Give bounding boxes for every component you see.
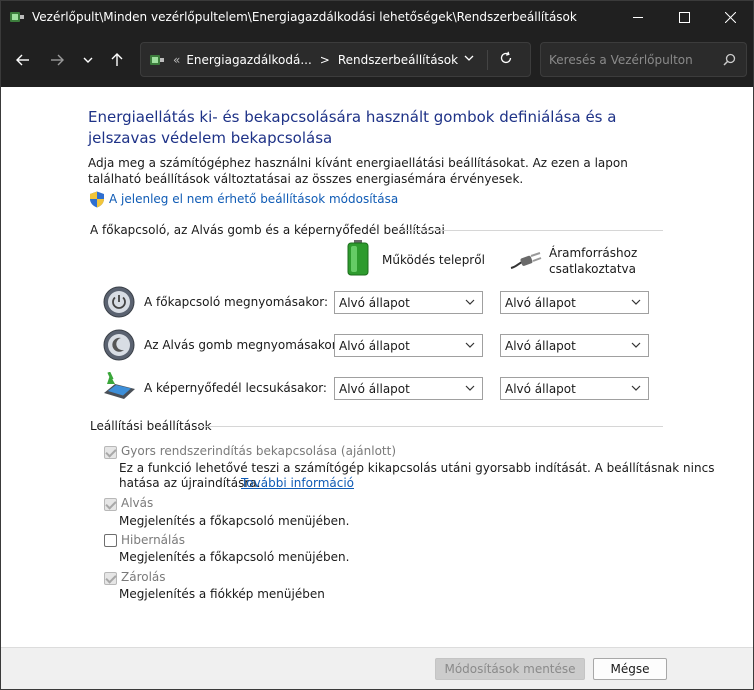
more-info-link[interactable]: További információ	[241, 476, 354, 490]
control-panel-window: Vezérlőpult\Minden vezérlőpultelem\Energ…	[0, 0, 754, 690]
chevron-down-icon	[465, 342, 475, 348]
chevron-down-icon	[465, 299, 475, 305]
footer-bar: Módosítások mentése Mégse	[1, 647, 753, 689]
breadcrumb-overflow-chevron[interactable]: «	[173, 53, 180, 67]
up-arrow-icon	[111, 53, 123, 66]
sleep-button-plugged-select[interactable]: Alvó állapot	[500, 334, 649, 357]
main-content: Energiaellátás ki- és bekapcsolására has…	[1, 87, 753, 647]
hibernate-option-description: Megjelenítés a főkapcsoló menüjében.	[119, 550, 350, 564]
breadcrumb-system-settings[interactable]: Rendszerbeállítások	[338, 53, 458, 67]
sleep-option-label: Alvás	[121, 496, 154, 510]
page-title: Energiaellátás ki- és bekapcsolására has…	[88, 108, 617, 147]
hibernate-checkbox[interactable]	[104, 534, 117, 547]
minimize-icon	[632, 16, 643, 18]
navigation-bar: « Energiagazdálkodá... > Rendszerbeállít…	[1, 33, 753, 87]
lid-close-row-label: A képernyőfedél lecsukásakor:	[144, 381, 327, 395]
select-value: Alvó állapot	[339, 381, 410, 396]
power-options-icon	[150, 54, 164, 65]
plugged-in-column-header-line1: Áramforráshoz	[549, 246, 638, 260]
address-divider	[487, 50, 488, 70]
sleep-option-description: Megjelenítés a főkapcsoló menüjében.	[119, 514, 350, 528]
uac-shield-icon	[90, 191, 104, 208]
search-input[interactable]	[549, 51, 709, 69]
breadcrumb-separator[interactable]: >	[320, 53, 330, 67]
select-value: Alvó állapot	[339, 295, 410, 310]
save-changes-button[interactable]: Módosítások mentése	[435, 658, 585, 680]
lock-checkbox[interactable]	[104, 572, 117, 585]
sleep-button-battery-select[interactable]: Alvó állapot	[334, 334, 483, 357]
close-icon	[724, 11, 736, 23]
forward-button[interactable]	[43, 46, 71, 74]
breadcrumb-power-options[interactable]: Energiagazdálkodá...	[186, 53, 311, 67]
fast-startup-label: Gyors rendszerindítás bekapcsolása (aján…	[121, 444, 397, 458]
forward-arrow-icon	[51, 54, 64, 66]
chevron-down-icon	[631, 299, 641, 305]
refresh-button[interactable]	[499, 51, 513, 68]
search-icon	[723, 53, 736, 66]
shutdown-section-title: Leállítási beállítások	[90, 419, 212, 433]
power-buttons-section-title: A főkapcsoló, az Alvás gomb és a képerny…	[90, 223, 445, 237]
select-value: Alvó állapot	[505, 338, 576, 353]
power-button-row-label: A főkapcsoló megnyomásakor:	[144, 295, 328, 309]
lock-option-label: Zárolás	[121, 570, 166, 584]
laptop-lid-icon	[104, 372, 135, 399]
chevron-down-icon	[465, 385, 475, 391]
up-button[interactable]	[103, 46, 131, 74]
section-divider	[198, 426, 663, 427]
maximize-button[interactable]	[661, 1, 707, 33]
sleep-button-row-label: Az Alvás gomb megnyomásakor:	[144, 338, 341, 352]
lid-close-battery-select[interactable]: Alvó állapot	[334, 377, 483, 400]
sleep-checkbox[interactable]	[104, 498, 117, 511]
battery-icon	[347, 240, 369, 276]
lid-close-plugged-select[interactable]: Alvó állapot	[500, 377, 649, 400]
on-battery-column-header: Működés telepről	[382, 253, 485, 267]
plugged-in-column-header-line2: csatlakoztatva	[549, 262, 636, 276]
page-description: Adja meg a számítógéphez használni kíván…	[88, 156, 628, 186]
section-divider	[403, 230, 663, 231]
lock-option-description: Megjelenítés a fiókkép menüjében	[119, 587, 325, 601]
change-unavailable-settings-link[interactable]: A jelenleg el nem érhető beállítások mód…	[109, 192, 398, 206]
fast-startup-checkbox[interactable]	[104, 446, 117, 459]
recent-locations-button[interactable]	[74, 46, 102, 74]
chevron-down-icon	[464, 55, 474, 61]
select-value: Alvó állapot	[505, 381, 576, 396]
refresh-icon	[500, 51, 512, 64]
fast-startup-description-line2: hatása az újraindításra.	[119, 476, 261, 490]
fast-startup-description: Ez a funkció lehetővé teszi a számítógép…	[119, 461, 715, 475]
chevron-down-icon	[631, 385, 641, 391]
sleep-button-icon	[103, 329, 135, 361]
power-options-app-icon	[10, 12, 24, 22]
hibernate-option-label: Hibernálás	[121, 533, 185, 547]
chevron-down-icon	[83, 57, 93, 63]
select-value: Alvó állapot	[339, 338, 410, 353]
back-arrow-icon	[16, 54, 29, 66]
back-button[interactable]	[9, 46, 37, 74]
address-dropdown-button[interactable]	[463, 52, 475, 67]
select-value: Alvó állapot	[505, 295, 576, 310]
chevron-down-icon	[631, 342, 641, 348]
power-button-battery-select[interactable]: Alvó állapot	[334, 291, 483, 314]
power-plug-icon	[510, 252, 542, 269]
close-button[interactable]	[707, 1, 753, 33]
title-bar: Vezérlőpult\Minden vezérlőpultelem\Energ…	[1, 1, 753, 33]
power-button-icon	[103, 286, 135, 318]
cancel-button[interactable]: Mégse	[593, 658, 667, 680]
address-bar[interactable]: « Energiagazdálkodá... > Rendszerbeállít…	[140, 42, 531, 77]
window-title: Vezérlőpult\Minden vezérlőpultelem\Energ…	[32, 10, 577, 24]
minimize-button[interactable]	[615, 1, 661, 33]
power-button-plugged-select[interactable]: Alvó állapot	[500, 291, 649, 314]
search-box[interactable]	[540, 42, 747, 77]
maximize-icon	[678, 11, 690, 23]
